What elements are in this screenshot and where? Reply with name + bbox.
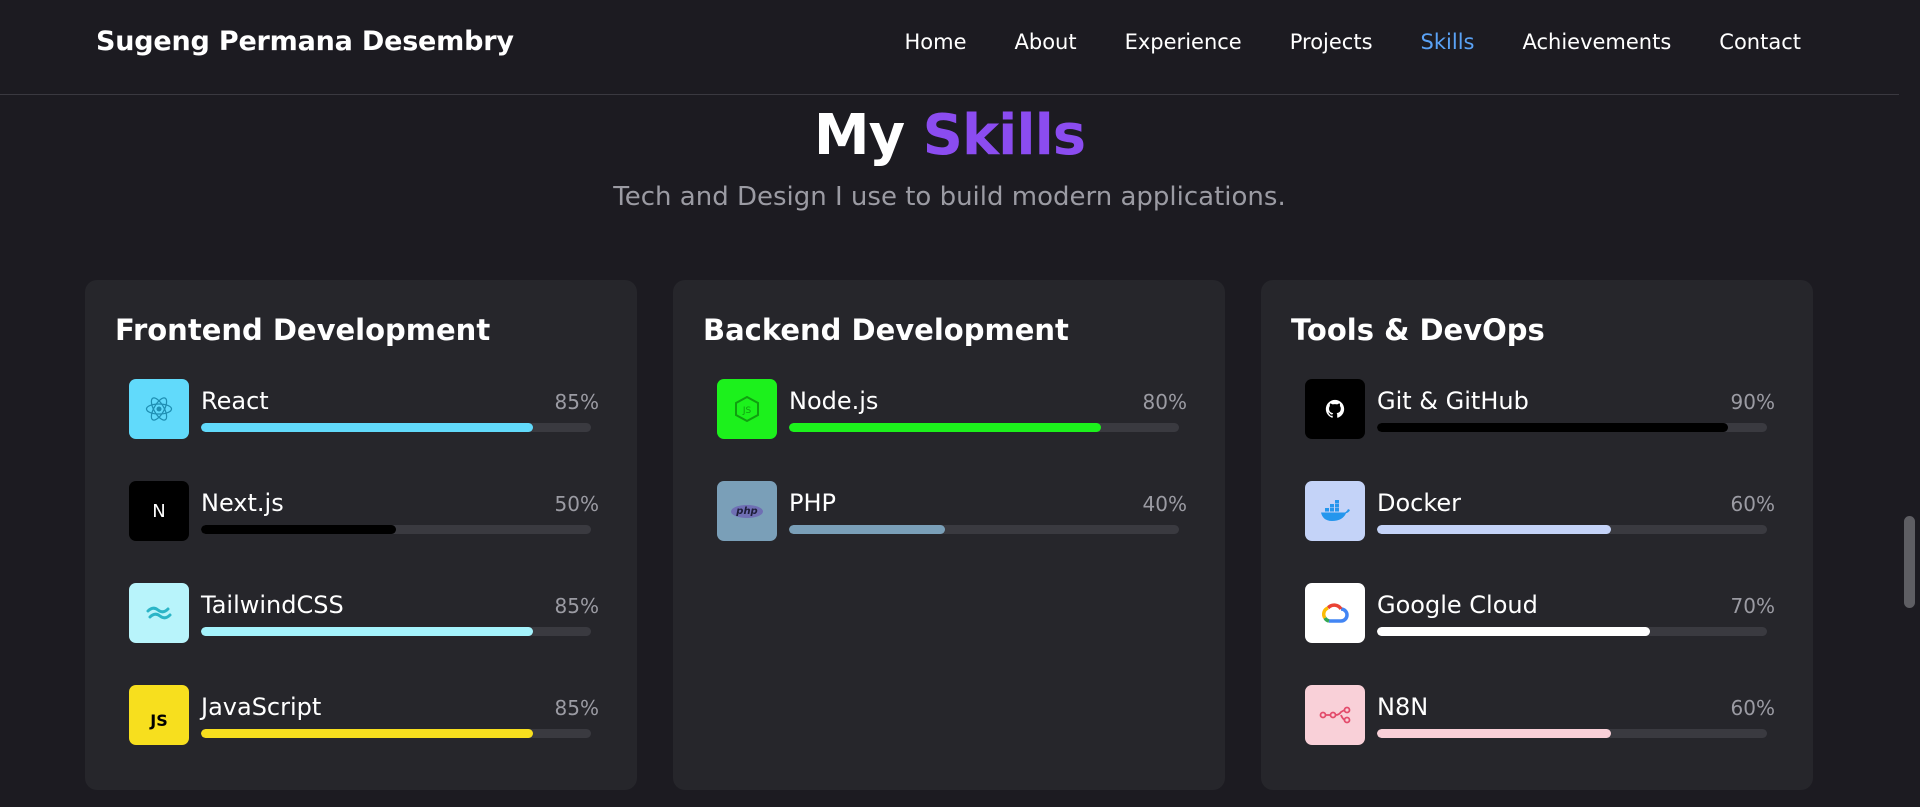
progress-track	[1377, 729, 1767, 738]
skill-item-javascript: JS JavaScript 85%	[129, 685, 599, 745]
skill-item-tailwindcss: TailwindCSS 85%	[129, 583, 599, 643]
section-title: My Skills	[0, 103, 1899, 168]
skill-percent: 60%	[1730, 696, 1775, 720]
docker-icon	[1305, 481, 1365, 541]
progress-fill	[1377, 525, 1611, 534]
skill-name: React	[201, 387, 269, 415]
skill-name: PHP	[789, 489, 836, 517]
progress-fill	[201, 423, 533, 432]
progress-track	[201, 729, 591, 738]
skill-item-git-github: Git & GitHub 90%	[1305, 379, 1775, 439]
card-title: Frontend Development	[115, 313, 491, 347]
nextjs-icon-glyph: N	[152, 500, 166, 522]
nav-projects[interactable]: Projects	[1290, 30, 1373, 54]
progress-track	[201, 423, 591, 432]
skill-percent: 40%	[1142, 492, 1187, 516]
progress-track	[201, 627, 591, 636]
scrollbar-thumb[interactable]	[1904, 516, 1915, 608]
card-title: Tools & DevOps	[1291, 313, 1545, 347]
skill-item-react: React 85%	[129, 379, 599, 439]
skill-name: Node.js	[789, 387, 879, 415]
section-title-accent: Skills	[922, 103, 1086, 168]
card-title: Backend Development	[703, 313, 1069, 347]
n8n-icon	[1305, 685, 1365, 745]
progress-fill	[201, 627, 533, 636]
skill-percent: 90%	[1730, 390, 1775, 414]
progress-track	[201, 525, 591, 534]
javascript-icon: JS	[129, 685, 189, 745]
skill-name: JavaScript	[201, 693, 322, 721]
skill-name: TailwindCSS	[201, 591, 344, 619]
skill-percent: 85%	[554, 696, 599, 720]
php-icon: php	[717, 481, 777, 541]
skill-percent: 50%	[554, 492, 599, 516]
skill-card-backend: Backend Development JS Node.js 80% php P…	[673, 280, 1225, 790]
progress-track	[1377, 423, 1767, 432]
skill-name: Docker	[1377, 489, 1462, 517]
nextjs-icon: N	[129, 481, 189, 541]
skill-name: N8N	[1377, 693, 1429, 721]
skill-name: Google Cloud	[1377, 591, 1538, 619]
section-subtitle: Tech and Design I use to build modern ap…	[613, 182, 1286, 212]
skill-name: Next.js	[201, 489, 284, 517]
progress-fill	[1377, 423, 1728, 432]
progress-fill	[201, 729, 533, 738]
nav-experience[interactable]: Experience	[1125, 30, 1242, 54]
skill-percent: 85%	[554, 390, 599, 414]
page: Sugeng Permana Desembry Home About Exper…	[0, 0, 1920, 807]
skill-item-nextjs: N Next.js 50%	[129, 481, 599, 541]
nav-about[interactable]: About	[1015, 30, 1077, 54]
nav-home[interactable]: Home	[905, 30, 967, 54]
progress-track	[1377, 525, 1767, 534]
main-nav: Home About Experience Projects Skills Ac…	[905, 30, 1802, 54]
progress-fill	[789, 423, 1101, 432]
nav-skills[interactable]: Skills	[1421, 30, 1475, 54]
progress-fill	[201, 525, 396, 534]
progress-fill	[1377, 627, 1650, 636]
progress-fill	[1377, 729, 1611, 738]
nodejs-icon: JS	[717, 379, 777, 439]
skill-card-frontend: Frontend Development React 85% N Next.js…	[85, 280, 637, 790]
progress-fill	[789, 525, 945, 534]
skill-item-n8n: N8N 60%	[1305, 685, 1775, 745]
progress-track	[1377, 627, 1767, 636]
nav-achievements[interactable]: Achievements	[1522, 30, 1671, 54]
skill-percent: 80%	[1142, 390, 1187, 414]
skill-item-docker: Docker 60%	[1305, 481, 1775, 541]
github-icon	[1305, 379, 1365, 439]
skill-item-google-cloud: Google Cloud 70%	[1305, 583, 1775, 643]
progress-track	[789, 525, 1179, 534]
section-title-main: My	[813, 103, 905, 168]
page-scrollbar[interactable]	[1899, 0, 1920, 807]
tailwind-icon	[129, 583, 189, 643]
skill-item-php: php PHP 40%	[717, 481, 1187, 541]
navbar: Sugeng Permana Desembry Home About Exper…	[0, 0, 1899, 95]
nav-contact[interactable]: Contact	[1719, 30, 1801, 54]
google-cloud-icon	[1305, 583, 1365, 643]
skill-card-tools-devops: Tools & DevOps Git & GitHub 90% Docker 6…	[1261, 280, 1813, 790]
javascript-icon-glyph: JS	[150, 710, 168, 730]
react-icon	[129, 379, 189, 439]
brand-name[interactable]: Sugeng Permana Desembry	[96, 26, 514, 57]
skill-percent: 85%	[554, 594, 599, 618]
skill-percent: 60%	[1730, 492, 1775, 516]
skill-percent: 70%	[1730, 594, 1775, 618]
progress-track	[789, 423, 1179, 432]
skill-name: Git & GitHub	[1377, 387, 1529, 415]
skill-item-nodejs: JS Node.js 80%	[717, 379, 1187, 439]
svg-text:JS: JS	[742, 406, 752, 416]
php-icon-glyph: php	[731, 504, 763, 518]
